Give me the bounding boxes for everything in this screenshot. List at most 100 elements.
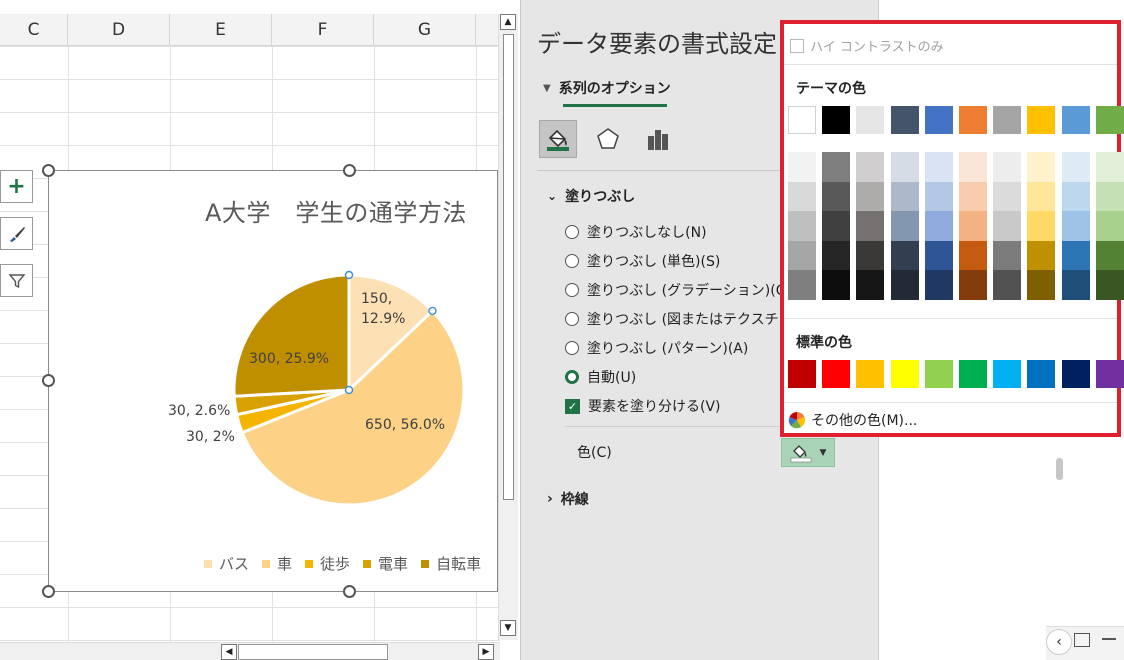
fill-option-automatic[interactable]: 自動(U): [565, 367, 636, 387]
standard-color-swatch[interactable]: [890, 360, 919, 388]
theme-tint-swatch[interactable]: [788, 181, 816, 212]
slice-selection-handle[interactable]: [428, 306, 437, 316]
theme-tint-swatch[interactable]: [1027, 270, 1056, 300]
high-contrast-option[interactable]: ハイ コントラストのみ: [790, 36, 944, 55]
theme-tint-swatch[interactable]: [890, 270, 919, 300]
theme-tint-swatch[interactable]: [924, 240, 953, 271]
theme-tint-swatch[interactable]: [1061, 211, 1090, 241]
fill-option-none[interactable]: 塗りつぶしなし(N): [565, 222, 707, 242]
theme-color-swatch[interactable]: [959, 106, 987, 134]
theme-tint-swatch[interactable]: [1061, 152, 1090, 182]
fill-line-tab-button[interactable]: [539, 120, 577, 158]
theme-color-swatch[interactable]: [1061, 106, 1090, 134]
theme-tint-swatch[interactable]: [1061, 181, 1090, 212]
column-header-f[interactable]: F: [272, 14, 374, 46]
radio-button[interactable]: [565, 254, 579, 268]
theme-tint-swatch[interactable]: [788, 211, 816, 241]
pane-scroll-thumb[interactable]: [1056, 458, 1063, 480]
checkbox[interactable]: [790, 38, 804, 53]
standard-color-swatch[interactable]: [1095, 360, 1124, 388]
data-label-bike[interactable]: 300, 25.9%: [249, 351, 329, 367]
theme-tint-swatch[interactable]: [924, 152, 953, 182]
resize-handle-bottom-left[interactable]: [42, 585, 55, 598]
radio-button[interactable]: [565, 341, 579, 355]
standard-color-swatch[interactable]: [1027, 360, 1056, 388]
vertical-scroll-thumb[interactable]: [503, 34, 514, 500]
theme-tint-swatch[interactable]: [890, 152, 919, 182]
theme-tint-swatch[interactable]: [822, 211, 851, 241]
fill-section-header[interactable]: ⌄ 塗りつぶし: [547, 186, 635, 206]
theme-tint-swatch[interactable]: [1027, 211, 1056, 241]
theme-tint-swatch[interactable]: [822, 152, 851, 182]
slice-selection-handle[interactable]: [344, 385, 354, 395]
normal-view-icon[interactable]: [1074, 633, 1090, 647]
theme-tint-swatch[interactable]: [856, 152, 885, 182]
theme-tint-swatch[interactable]: [1061, 270, 1090, 300]
theme-tint-swatch[interactable]: [993, 152, 1022, 182]
series-options-tab-button[interactable]: [639, 120, 677, 158]
theme-tint-swatch[interactable]: [993, 181, 1022, 212]
theme-tint-swatch[interactable]: [1095, 240, 1124, 271]
theme-tint-swatch[interactable]: [1061, 240, 1090, 271]
fill-option-gradient[interactable]: 塗りつぶし (グラデーション)(G): [565, 280, 792, 300]
theme-color-swatch[interactable]: [856, 106, 885, 134]
legend-item-bike[interactable]: 自転車: [421, 553, 481, 574]
theme-tint-swatch[interactable]: [1095, 181, 1124, 212]
radio-button[interactable]: [565, 225, 579, 239]
standard-color-swatch[interactable]: [993, 360, 1022, 388]
checkbox-checked[interactable]: ✓: [565, 398, 580, 414]
chart-styles-button[interactable]: [0, 217, 33, 250]
theme-tint-swatch[interactable]: [959, 152, 987, 182]
tab-series-options[interactable]: ▼ 系列のオプション: [543, 78, 671, 98]
effects-tab-button[interactable]: [589, 120, 627, 158]
theme-tint-swatch[interactable]: [924, 270, 953, 300]
standard-color-swatch[interactable]: [924, 360, 953, 388]
theme-color-swatch[interactable]: [788, 106, 816, 134]
column-header-e[interactable]: E: [170, 14, 272, 46]
pie-chart[interactable]: A大学 学生の通学方法 150, 12.9% 650, 56.0% 30, 2.…: [48, 170, 498, 592]
theme-tint-swatch[interactable]: [959, 181, 987, 212]
theme-tint-swatch[interactable]: [993, 240, 1022, 271]
theme-tint-swatch[interactable]: [1027, 181, 1056, 212]
theme-tint-swatch[interactable]: [924, 181, 953, 212]
standard-color-swatch[interactable]: [1061, 360, 1090, 388]
theme-color-swatch[interactable]: [924, 106, 953, 134]
legend-item-walk[interactable]: 徒歩: [305, 553, 350, 574]
theme-tint-swatch[interactable]: [822, 181, 851, 212]
scroll-up-arrow[interactable]: ▲: [500, 14, 516, 30]
theme-tint-swatch[interactable]: [993, 270, 1022, 300]
radio-button-selected[interactable]: [565, 370, 579, 384]
theme-tint-swatch[interactable]: [890, 240, 919, 271]
theme-color-swatch[interactable]: [1027, 106, 1056, 134]
theme-tint-swatch[interactable]: [993, 211, 1022, 241]
scroll-left-arrow[interactable]: ◀: [221, 644, 237, 660]
column-header-d[interactable]: D: [68, 14, 170, 46]
data-label-walk[interactable]: 30, 2%: [186, 429, 235, 445]
horizontal-scroll-thumb[interactable]: [238, 644, 388, 660]
radio-button[interactable]: [565, 312, 579, 326]
border-section-header[interactable]: › 枠線: [547, 489, 589, 509]
theme-tint-swatch[interactable]: [788, 240, 816, 271]
vary-colors-option[interactable]: ✓ 要素を塗り分ける(V): [565, 396, 721, 416]
theme-tint-swatch[interactable]: [822, 240, 851, 271]
pie-slice-bike[interactable]: [232, 273, 351, 398]
legend-item-car[interactable]: 車: [262, 553, 292, 574]
resize-handle-top-left[interactable]: [42, 164, 55, 177]
zoom-out-icon[interactable]: [1102, 638, 1116, 640]
theme-tint-swatch[interactable]: [856, 270, 885, 300]
theme-tint-swatch[interactable]: [959, 270, 987, 300]
scroll-down-arrow[interactable]: ▼: [500, 620, 516, 636]
more-colors-button[interactable]: その他の色(M)...: [788, 410, 917, 430]
data-label-car[interactable]: 650, 56.0%: [365, 417, 445, 433]
theme-tint-swatch[interactable]: [959, 211, 987, 241]
resize-handle-left[interactable]: [42, 374, 55, 387]
standard-color-swatch[interactable]: [856, 360, 885, 388]
chart-legend[interactable]: バス 車 徒歩 電車 自転車: [204, 553, 481, 574]
data-label-bus[interactable]: 150, 12.9%: [361, 291, 405, 327]
theme-tint-swatch[interactable]: [1095, 211, 1124, 241]
theme-color-swatch[interactable]: [993, 106, 1022, 134]
theme-color-swatch[interactable]: [890, 106, 919, 134]
theme-tint-swatch[interactable]: [890, 181, 919, 212]
fill-color-dropdown-button[interactable]: ▼: [781, 438, 835, 467]
fill-option-solid[interactable]: 塗りつぶし (単色)(S): [565, 251, 720, 271]
